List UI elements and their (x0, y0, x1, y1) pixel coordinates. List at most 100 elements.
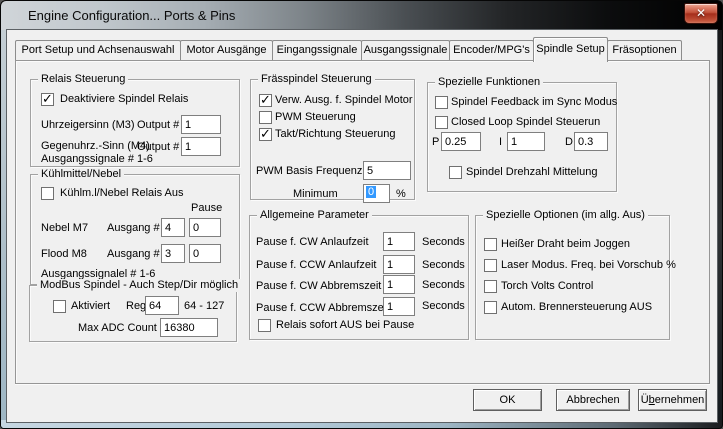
dialog-window: Engine Configuration... Ports & Pins ✕ P… (0, 0, 723, 429)
coolant-relay-off-label: Kühlm.l/Nebel Relais Aus (60, 187, 184, 199)
seconds-label: Seconds (422, 300, 465, 312)
tab-motor-ausgaenge[interactable]: Motor Ausgänge (180, 40, 273, 60)
spindle-feedback-sync-checkbox[interactable] (435, 96, 448, 109)
flood-m8-label: Flood M8 (41, 248, 87, 260)
group-modbus-spindel: ModBus Spindel - Auch Step/Dir möglich A… (29, 279, 242, 342)
tab-ausgangssignale[interactable]: Ausgangssignale (361, 40, 450, 60)
m4-label: Gegenuhrz.-Sinn (M4) (41, 140, 150, 152)
selected-text: 0 (366, 186, 377, 198)
tab-spindle-setup[interactable]: Spindle Setup (533, 37, 608, 62)
torch-volts-control-checkbox[interactable] (484, 280, 497, 293)
cw-delay-spindown-label: Pause f. CW Abbremszeit (256, 280, 382, 292)
ccw-delay-spinup-input[interactable] (383, 255, 415, 274)
cancel-button[interactable]: Abbrechen (556, 389, 630, 411)
group-spezielle-funktionen: Spezielle Funktionen Spindel Feedback im… (427, 76, 618, 192)
pause-header-label: Pause (191, 202, 223, 214)
m3-output-label: Output # (137, 119, 180, 131)
tab-encoder-mpg[interactable]: Encoder/MPG's (449, 40, 534, 60)
minimum-label: Minimum (293, 188, 338, 200)
laser-mode-label: Laser Modus. Freq. bei Vorschub % (501, 259, 676, 271)
relais-footer-label: Ausgangssignale # 1-6 (41, 153, 153, 165)
hotwire-jog-label: Heißer Draht beim Joggen (501, 238, 631, 250)
group-title: Kühlmittel/Nebel (38, 168, 125, 181)
pwm-control-checkbox[interactable] (259, 111, 272, 124)
ccw-delay-spindown-label: Pause f. CCW Abbremszeit (256, 302, 390, 314)
ccw-delay-spinup-label: Pause f. CCW Anlaufzeit (256, 259, 377, 271)
minimum-unit-label: % (396, 188, 406, 200)
i-label: I (499, 136, 503, 148)
cw-delay-spindown-input[interactable] (383, 275, 415, 294)
tab-port-setup[interactable]: Port Setup und Achsenauswahl (15, 40, 181, 60)
torch-auto-off-label: Autom. Brennersteuerung AUS (501, 301, 653, 313)
cw-delay-spinup-input[interactable] (383, 232, 415, 251)
title-bar[interactable]: Engine Configuration... Ports & Pins ✕ (1, 1, 722, 30)
p-label: P (432, 136, 440, 148)
modbus-enabled-label: Aktiviert (71, 300, 111, 312)
apply-button[interactable]: Übernehmen (638, 389, 707, 411)
ok-button[interactable]: OK (473, 389, 542, 411)
closed-loop-label: Closed Loop Spindel Steuerun (451, 116, 601, 128)
p-gain-input[interactable] (441, 132, 481, 151)
group-relais-steuerung: Relais Steuerung Deaktiviere Spindel Rel… (30, 73, 240, 167)
coolant-relay-off-checkbox[interactable] (41, 187, 54, 200)
group-spezielle-optionen: Spezielle Optionen (im allg. Aus) Heißer… (475, 209, 676, 340)
m3-output-input[interactable] (181, 115, 221, 134)
disable-spindle-relay-label: Deaktiviere Spindel Relais (60, 93, 189, 105)
seconds-label: Seconds (422, 259, 465, 271)
relay-off-on-pause-checkbox[interactable] (258, 319, 271, 332)
group-title: Spezielle Funktionen (435, 76, 544, 89)
reg-input[interactable] (145, 296, 179, 315)
mist-output-input[interactable] (161, 218, 185, 237)
mist-output-label: Ausgang # (107, 222, 160, 234)
dialog-client-area: Port Setup und Achsenauswahl Motor Ausgä… (7, 30, 717, 422)
torch-auto-off-checkbox[interactable] (484, 301, 497, 314)
minimum-pwm-input[interactable]: 0 (363, 184, 390, 203)
tab-eingangssignale[interactable]: Eingangssignale (272, 40, 362, 60)
closed-loop-checkbox[interactable] (435, 116, 448, 129)
group-title: Relais Steuerung (38, 73, 129, 86)
step-dir-control-label: Takt/Richtung Steuerung (275, 128, 396, 140)
d-label: D (565, 136, 573, 148)
cw-delay-spinup-label: Pause f. CW Anlaufzeit (256, 236, 369, 248)
step-dir-control-checkbox[interactable] (259, 126, 272, 142)
mist-pause-input[interactable] (189, 218, 221, 237)
use-spindle-motor-output-label: Verw. Ausg. f. Spindel Motor (275, 94, 413, 106)
m3-label: Uhrzeigersinn (M3) (41, 119, 135, 131)
group-title: ModBus Spindel - Auch Step/Dir möglich (37, 279, 242, 292)
group-fraesspindel-steuerung: Frässpindel Steuerung Verw. Ausg. f. Spi… (250, 73, 415, 203)
apply-label-prefix: Ü (640, 394, 649, 406)
flood-pause-input[interactable] (189, 244, 221, 263)
close-button[interactable]: ✕ (684, 3, 718, 24)
reg-label: Reg (126, 300, 147, 312)
window-title: Engine Configuration... Ports & Pins (28, 8, 236, 23)
tab-strip: Port Setup und Achsenauswahl Motor Ausgä… (15, 37, 682, 62)
seconds-label: Seconds (422, 279, 465, 291)
close-icon: ✕ (695, 6, 707, 20)
seconds-label: Seconds (422, 236, 465, 248)
spindle-feedback-sync-label: Spindel Feedback im Sync Modus (451, 96, 618, 108)
modbus-enabled-checkbox[interactable] (53, 300, 66, 313)
reg-range-label: 64 - 127 (184, 300, 225, 312)
pwm-base-freq-input[interactable] (363, 161, 411, 180)
tab-fraesoptionen[interactable]: Fräsoptionen (607, 40, 682, 60)
hotwire-jog-checkbox[interactable] (484, 238, 497, 251)
torch-volts-control-label: Torch Volts Control (501, 280, 594, 292)
group-title: Spezielle Optionen (im allg. Aus) (483, 209, 648, 222)
spindle-speed-averaging-label: Spindel Drehzahl Mittelung (466, 166, 598, 178)
use-spindle-motor-output-checkbox[interactable] (259, 92, 272, 108)
d-gain-input[interactable] (574, 132, 608, 151)
disable-spindle-relay-checkbox[interactable] (41, 91, 54, 107)
max-adc-count-label: Max ADC Count (78, 322, 157, 334)
tab-page-spindle-setup: Relais Steuerung Deaktiviere Spindel Rel… (15, 60, 710, 384)
flood-output-input[interactable] (161, 244, 185, 263)
max-adc-count-input[interactable] (160, 318, 218, 337)
laser-mode-checkbox[interactable] (484, 259, 497, 272)
group-kuehlmittel-nebel: Kühlmittel/Nebel Kühlm.l/Nebel Relais Au… (30, 168, 240, 285)
m4-output-input[interactable] (181, 137, 221, 156)
mist-m7-label: Nebel M7 (41, 222, 89, 234)
spindle-speed-averaging-checkbox[interactable] (449, 166, 462, 179)
group-allgemeine-parameter: Allgemeine Parameter Pause f. CW Anlaufz… (249, 209, 469, 340)
ccw-delay-spindown-input[interactable] (383, 297, 415, 316)
i-gain-input[interactable] (507, 132, 545, 151)
flood-output-label: Ausgang # (107, 248, 160, 260)
